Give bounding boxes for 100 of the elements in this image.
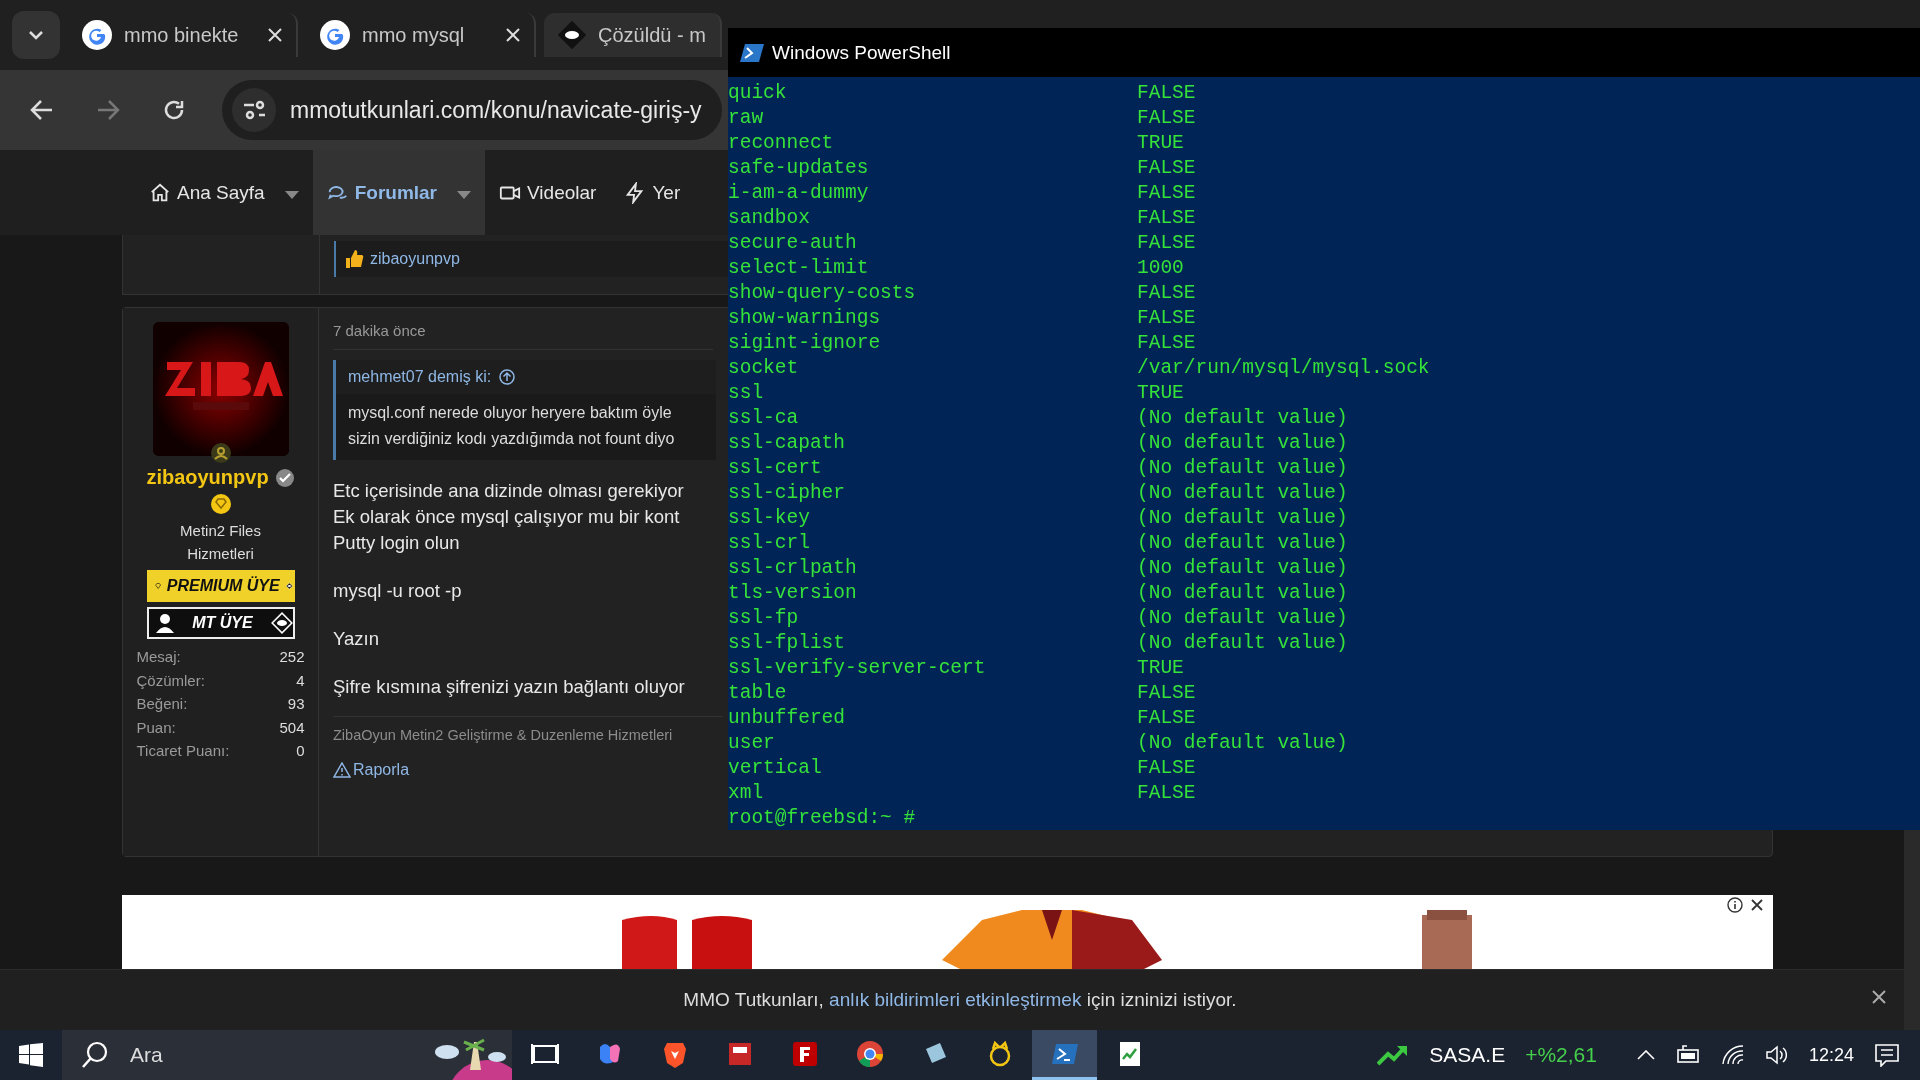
option-name: xml [728, 781, 765, 804]
stat-label: Ticaret Puanı: [136, 742, 230, 760]
address-bar[interactable]: mmotutkunlari.com/konu/navicate-giriş-y [222, 80, 722, 140]
search-field[interactable]: Ara [62, 1030, 512, 1080]
option-value: (No default value) [1137, 581, 1348, 604]
stock-symbol: SASA.E [1429, 1043, 1506, 1067]
option-name: raw [728, 106, 765, 129]
clock[interactable]: 12:24 [1808, 1044, 1854, 1066]
option-name: i-am-a-dummy [728, 181, 870, 204]
option-value: FALSE [1137, 81, 1196, 104]
forward-arrow-icon [96, 99, 120, 121]
option-value: (No default value) [1137, 731, 1348, 754]
google-icon [320, 20, 350, 50]
notification-text: MMO Tutkunları, anlık bildirimleri etkinleştirmek için izninizi istiyor. [683, 989, 1237, 1011]
option-value: FALSE [1137, 281, 1196, 304]
post-text: Şifre kısmına şifrenizi yazın bağlantı oluyor [333, 675, 685, 699]
premium-badge: PREMIUM ÜYE [146, 570, 295, 602]
chrome-icon [854, 1038, 885, 1069]
notification-icon[interactable] [1874, 1043, 1900, 1067]
post-time[interactable]: 7 dakika önce [333, 316, 713, 350]
stat-label: Puan: [136, 718, 176, 736]
option-value: (No default value) [1137, 481, 1348, 504]
post-text: Yazın [333, 627, 379, 651]
option-name: ssl-ca [728, 406, 800, 429]
option-value: TRUE [1137, 656, 1184, 679]
option-value: FALSE [1137, 306, 1196, 329]
option-value: FALSE [1137, 706, 1196, 729]
window-title: Windows PowerShell [772, 41, 951, 64]
option-value: TRUE [1137, 381, 1184, 404]
option-value: FALSE [1137, 231, 1196, 254]
option-name: unbuffered [728, 706, 847, 729]
quote-text: sizin verdiğiniz kodı yazdığımda not fount diyo [347, 429, 676, 449]
option-name: ssl-crl [728, 531, 811, 554]
stat-label: Çözümler: [136, 671, 205, 689]
back-arrow-icon [30, 99, 54, 121]
user-title: Metin2 Files Hizmetleri [179, 521, 262, 564]
wifi-icon[interactable] [1720, 1044, 1745, 1066]
option-name: sandbox [728, 206, 811, 229]
option-name: ssl-key [728, 506, 811, 529]
nav-tab[interactable]: Videolar [485, 150, 611, 235]
notification-link[interactable]: anlık bildirimleri etkinleştirmek [829, 989, 1082, 1010]
nav-tab[interactable]: Forumlar [312, 150, 486, 235]
option-name: secure-auth [728, 231, 858, 254]
option-name: safe-updates [728, 156, 870, 179]
stat-value: 93 [287, 695, 305, 713]
windows-icon [19, 1043, 43, 1067]
member-badge: MT ÜYE [146, 607, 295, 639]
option-name: tls-version [728, 581, 858, 604]
chevron-up-icon[interactable] [1636, 1050, 1655, 1060]
nav-tab[interactable]: Ana Sayfa [135, 150, 313, 235]
option-name: sigint-ignore [728, 331, 882, 354]
option-name: ssl-capath [728, 431, 847, 454]
option-name: ssl-verify-server-cert [728, 656, 987, 679]
shell-prompt[interactable]: root@freebsd:~ # [728, 806, 916, 829]
option-name: show-query-costs [728, 281, 917, 304]
diamond-badge-icon [209, 493, 232, 515]
option-value: (No default value) [1137, 431, 1348, 454]
stat-label: Beğeni: [136, 695, 188, 713]
post-text: Putty login olun [333, 531, 460, 555]
person-icon [154, 613, 175, 633]
google-icon [82, 20, 112, 50]
stat-label: Mesaj: [136, 648, 181, 666]
stat-value: 4 [296, 671, 305, 689]
option-value: FALSE [1137, 756, 1196, 779]
option-value: /var/run/mysql/mysql.sock [1137, 356, 1430, 379]
option-value: (No default value) [1137, 631, 1348, 654]
username[interactable]: zibaoyunpvp [146, 466, 269, 489]
thumbs-up-icon [344, 249, 364, 269]
browser-tab[interactable]: mmo binekte [68, 13, 298, 57]
volume-icon[interactable] [1764, 1044, 1789, 1066]
caret-icon [284, 190, 299, 199]
close-icon[interactable] [506, 28, 520, 42]
option-value: (No default value) [1137, 506, 1348, 529]
report-link[interactable]: Raporla [353, 761, 410, 779]
tab-list-button[interactable] [12, 11, 60, 59]
battery-icon[interactable] [1674, 1044, 1701, 1066]
option-value: (No default value) [1137, 556, 1348, 579]
option-value: FALSE [1137, 331, 1196, 354]
post-text: Ek olarak önce mysql çalışıyor mu bir kont [333, 505, 680, 529]
nav-tab[interactable]: Yer [610, 150, 695, 235]
user-link[interactable]: zibaoyunpvp [370, 250, 460, 268]
caret-icon [457, 190, 472, 199]
option-name: ssl-cert [728, 456, 823, 479]
option-value: 1000 [1137, 256, 1184, 279]
close-icon[interactable] [268, 28, 282, 42]
reload-icon [162, 98, 186, 122]
close-icon[interactable] [1749, 897, 1765, 913]
verified-icon [274, 467, 295, 488]
option-value: TRUE [1137, 131, 1184, 154]
stat-value: 252 [279, 648, 305, 666]
option-name: table [728, 681, 788, 704]
search-icon [80, 1040, 110, 1070]
chevron-down-icon [28, 30, 44, 40]
site-settings-icon[interactable] [232, 88, 276, 132]
stock-up-icon [1377, 1044, 1410, 1066]
browser-tab[interactable]: Çözüldü - m [544, 13, 722, 57]
browser-tab[interactable]: mmo mysql [306, 13, 536, 57]
arrow-up-circle-icon[interactable] [499, 369, 516, 385]
info-icon[interactable] [1727, 897, 1743, 913]
stat-value: 504 [279, 718, 305, 736]
